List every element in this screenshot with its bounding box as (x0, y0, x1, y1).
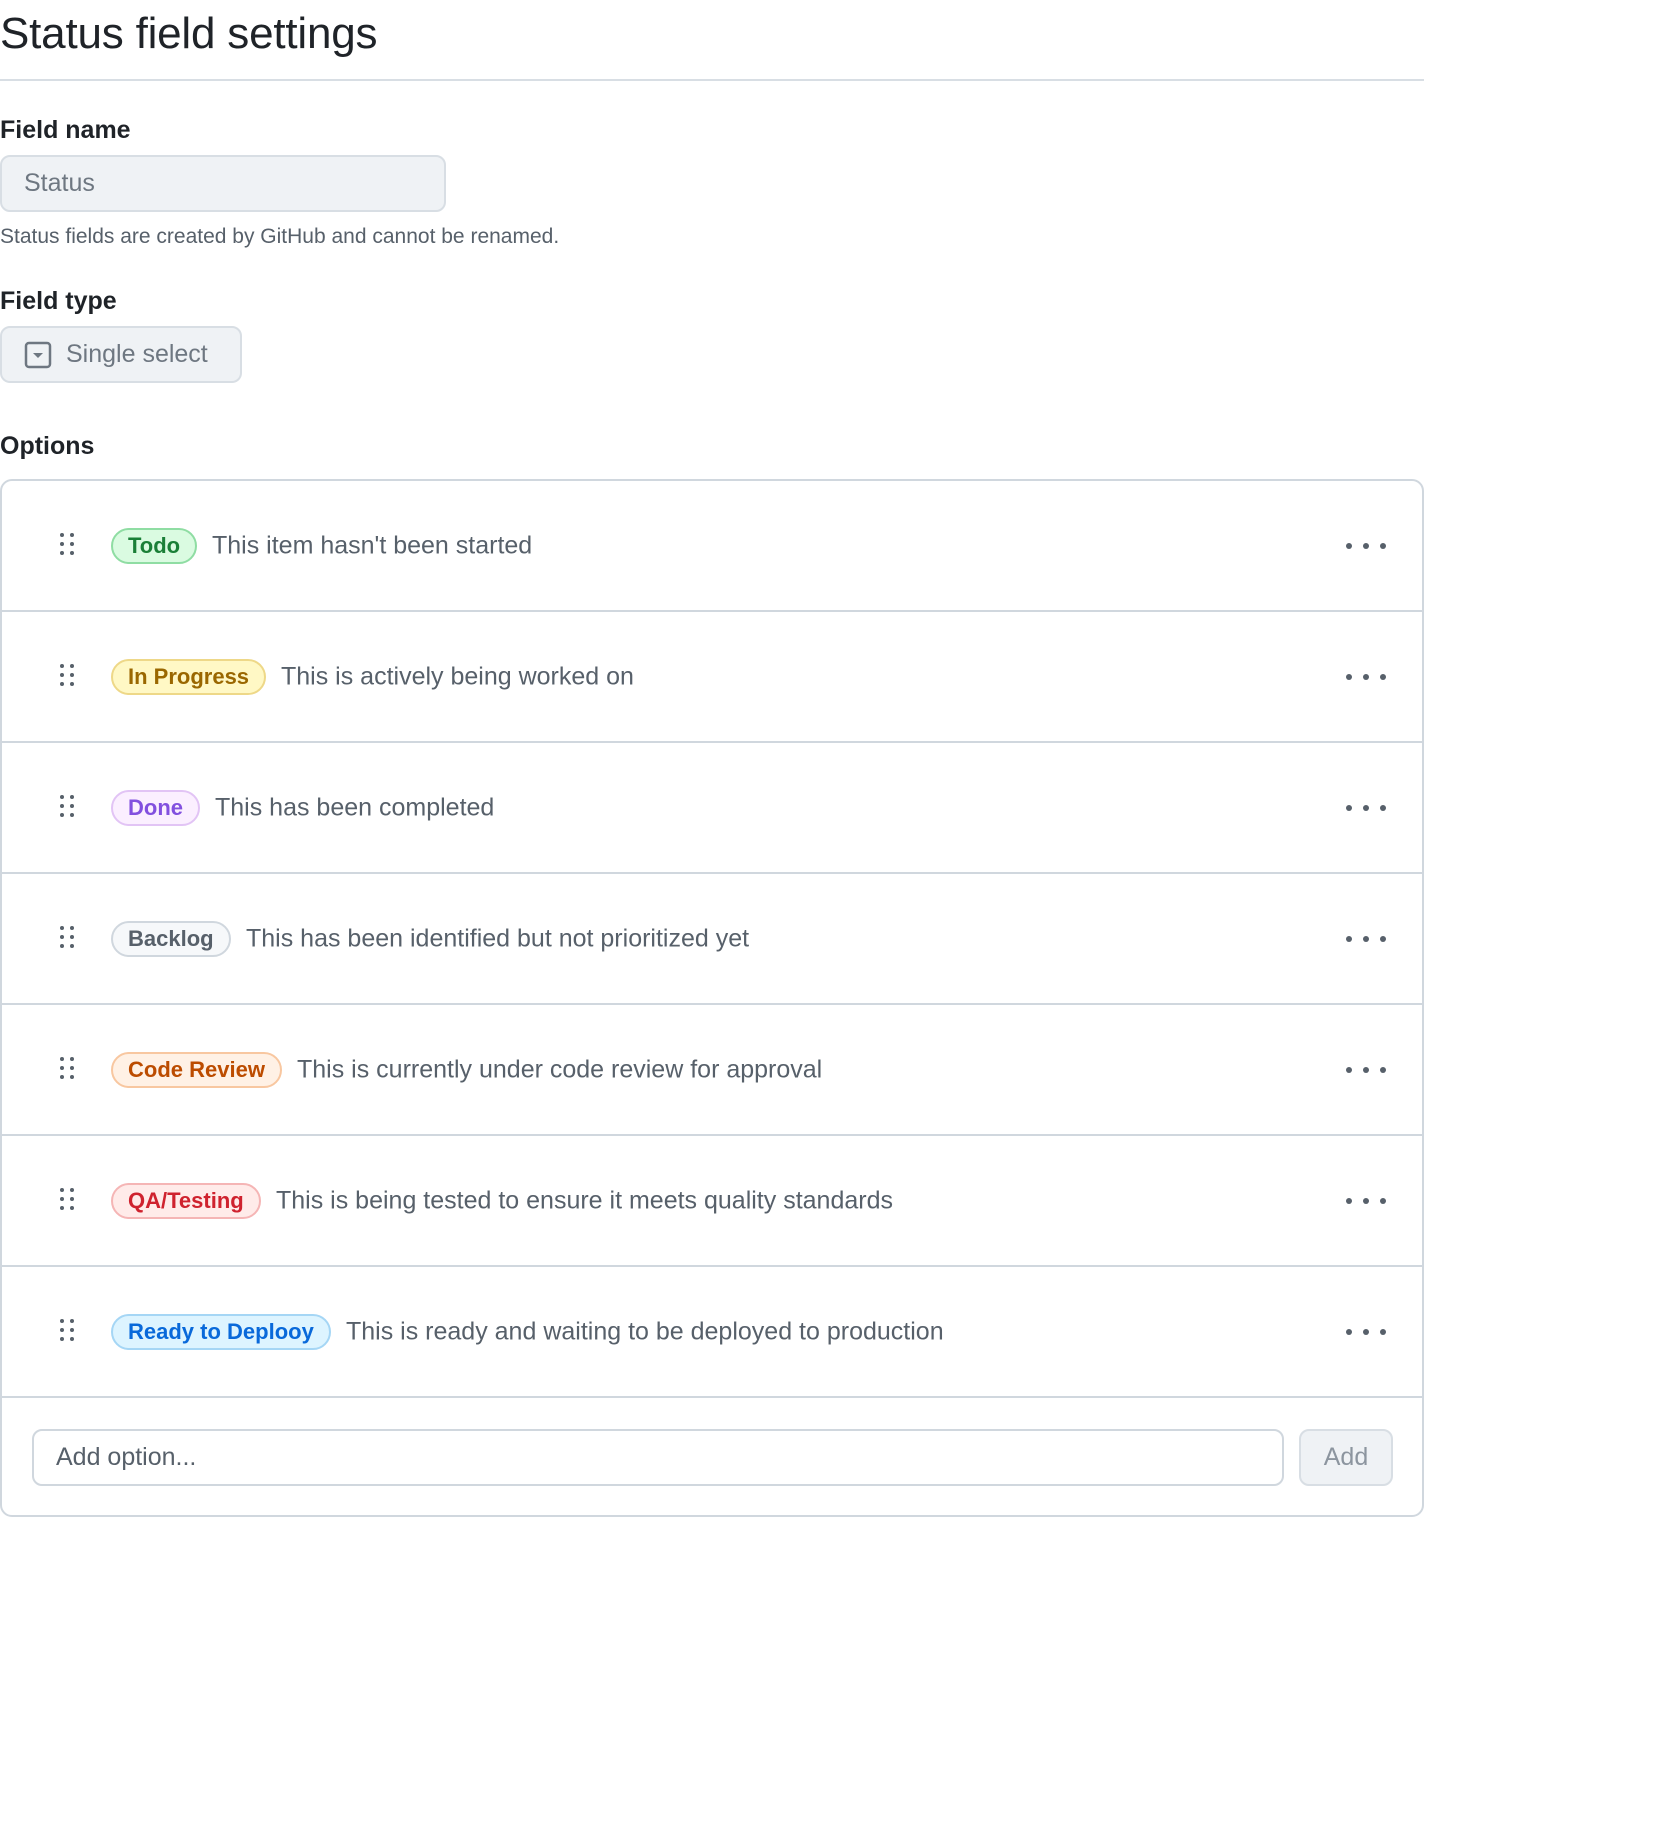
status-field-settings-page: Status field settings Field name Status … (0, 0, 1424, 1831)
drag-handle-icon[interactable] (60, 1187, 78, 1214)
add-option-input[interactable] (32, 1429, 1284, 1486)
drag-handle-icon[interactable] (60, 663, 78, 690)
kebab-horizontal-icon[interactable] (1346, 1189, 1386, 1213)
kebab-horizontal-icon[interactable] (1346, 665, 1386, 689)
field-name-input (0, 155, 446, 212)
drag-handle-icon[interactable] (60, 1318, 78, 1345)
option-row: Code Review This is currently under code … (2, 1005, 1422, 1136)
kebab-horizontal-icon[interactable] (1346, 1320, 1386, 1344)
drag-handle-icon[interactable] (60, 1056, 78, 1083)
page-title: Status field settings (0, 9, 378, 58)
option-description: This is ready and waiting to be deployed… (346, 1317, 944, 1345)
title-divider (0, 79, 1424, 81)
option-row: QA/Testing This is being tested to ensure… (2, 1136, 1422, 1267)
option-label-pill: Backlog (111, 920, 231, 957)
option-row: Todo This item hasn't been started (2, 481, 1422, 612)
option-label-pill: Code Review (111, 1051, 282, 1088)
field-type-label: Field type (0, 287, 117, 315)
field-type-select: Single select (0, 326, 242, 383)
option-label-pill: Todo (111, 527, 198, 564)
option-row: In Progress This is actively being worked… (2, 612, 1422, 743)
drag-handle-icon[interactable] (60, 532, 78, 559)
option-label-pill: Done (111, 789, 200, 826)
kebab-horizontal-icon[interactable] (1346, 927, 1386, 951)
option-description: This is being tested to ensure it meets … (276, 1186, 893, 1214)
option-row: Backlog This has been identified but not … (2, 874, 1422, 1005)
option-label-pill: Ready to Deplooy (111, 1313, 331, 1350)
option-description: This is currently under code review for … (297, 1055, 823, 1083)
field-name-label: Field name (0, 116, 131, 144)
option-description: This has been completed (215, 793, 495, 821)
drag-handle-icon[interactable] (60, 794, 78, 821)
option-label-pill: QA/Testing (111, 1182, 261, 1219)
kebab-horizontal-icon[interactable] (1346, 534, 1386, 558)
drag-handle-icon[interactable] (60, 925, 78, 952)
add-option-button[interactable]: Add (1299, 1429, 1393, 1486)
single-select-icon (24, 341, 52, 369)
kebab-horizontal-icon[interactable] (1346, 1058, 1386, 1082)
option-description: This has been identified but not priorit… (246, 924, 750, 952)
option-label-pill: In Progress (111, 658, 267, 695)
options-list: Add Todo This item hasn't been started In … (0, 479, 1424, 1517)
option-description: This item hasn't been started (212, 531, 533, 559)
field-name-helper-text: Status fields are created by GitHub and … (0, 225, 560, 248)
option-row: Done This has been completed (2, 743, 1422, 874)
options-label: Options (0, 432, 95, 460)
option-description: This is actively being worked on (281, 662, 634, 690)
option-row: Ready to Deplooy This is ready and waitin… (2, 1267, 1422, 1398)
field-type-value: Single select (66, 340, 208, 368)
kebab-horizontal-icon[interactable] (1346, 796, 1386, 820)
